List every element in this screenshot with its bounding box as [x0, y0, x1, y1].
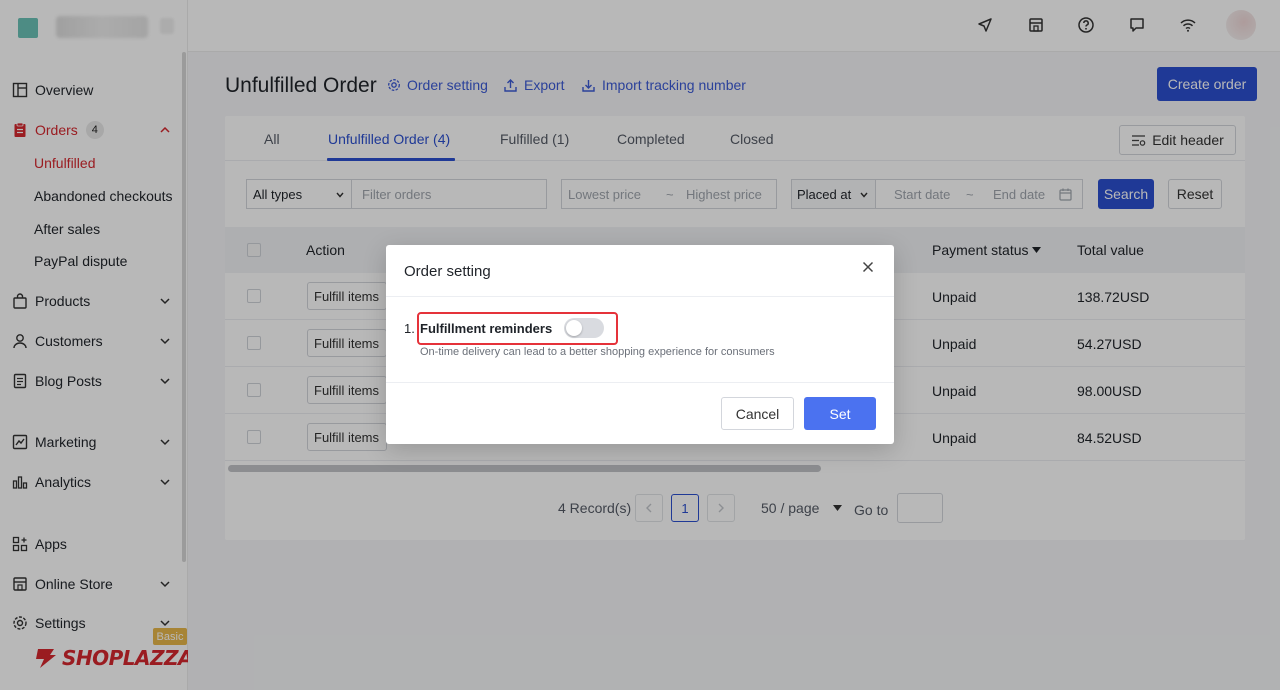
option-number: 1.	[404, 321, 415, 336]
order-setting-dialog: Order setting 1. Fulfillment reminders O…	[386, 245, 894, 444]
highlight-annotation-box	[417, 312, 618, 345]
cancel-button[interactable]: Cancel	[721, 397, 794, 430]
dialog-title: Order setting	[404, 263, 491, 280]
set-button[interactable]: Set	[804, 397, 876, 430]
dialog-header-divider	[386, 296, 894, 297]
close-icon[interactable]	[860, 259, 876, 275]
dialog-footer-divider	[386, 382, 894, 383]
fulfillment-reminders-description: On-time delivery can lead to a better sh…	[420, 346, 775, 358]
